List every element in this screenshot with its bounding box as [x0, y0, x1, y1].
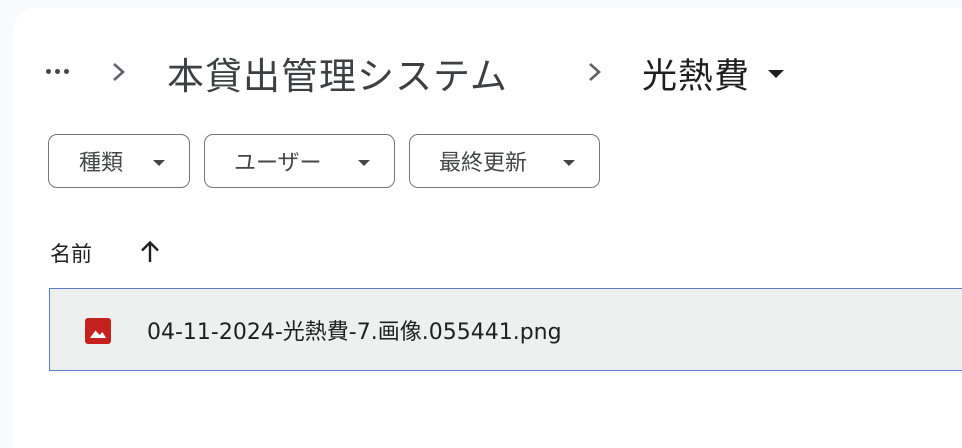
breadcrumb-parent-folder[interactable]: 本貸出管理システム — [167, 46, 508, 100]
dot — [55, 69, 60, 74]
arrow-up-icon[interactable] — [139, 240, 161, 264]
filter-chip-label: ユーザー — [234, 151, 322, 176]
file-name: 04-11-2024-光熱費-7.画像.055441.png — [147, 320, 562, 345]
column-header-name[interactable]: 名前 — [50, 238, 92, 268]
breadcrumb-current-label: 光熱費 — [642, 57, 751, 97]
caret-down-icon — [768, 69, 785, 78]
breadcrumb-current-folder[interactable]: 光熱費 — [642, 48, 785, 99]
caret-down-icon — [358, 160, 370, 166]
image-file-icon — [85, 318, 111, 344]
filter-chip-label: 最終更新 — [439, 151, 528, 176]
dot — [46, 69, 51, 74]
caret-down-icon — [563, 160, 575, 166]
file-row[interactable]: 04-11-2024-光熱費-7.画像.055441.png — [49, 288, 962, 371]
caret-down-icon — [153, 160, 165, 166]
dot — [64, 69, 69, 74]
chevron-right-icon — [589, 63, 601, 81]
filter-chip-label: 種類 — [79, 151, 124, 176]
filter-chip-type[interactable]: 種類 — [48, 134, 190, 188]
chevron-right-icon — [113, 63, 125, 81]
filter-chip-last-modified[interactable]: 最終更新 — [409, 134, 600, 188]
breadcrumb: 本貸出管理システム 光熱費 — [0, 0, 962, 140]
more-horizontal-icon[interactable] — [46, 69, 69, 74]
filter-chip-user[interactable]: ユーザー — [204, 134, 395, 188]
